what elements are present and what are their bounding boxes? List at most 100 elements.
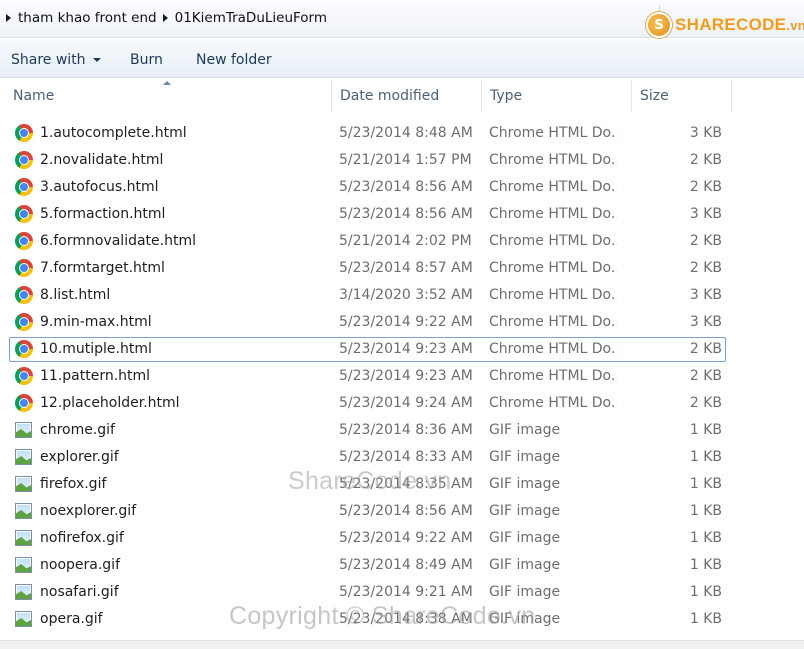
file-date-modified: 5/23/2014 8:56 AM (339, 503, 473, 519)
chrome-icon (15, 367, 34, 386)
file-date-modified: 3/14/2020 3:52 AM (339, 287, 473, 303)
file-row[interactable]: 12.placeholder.html 5/23/2014 9:24 AM Chro… (0, 390, 804, 417)
file-date-modified: 5/23/2014 9:22 AM (339, 530, 473, 546)
file-row[interactable]: 5.formaction.html 5/23/2014 8:56 AM Chrome… (0, 201, 804, 228)
new-folder-button[interactable]: New folder (196, 52, 272, 68)
gif-image-icon (15, 502, 34, 521)
file-row[interactable]: 9.min-max.html 5/23/2014 9:22 AM Chrome HT… (0, 309, 804, 336)
image-file-icon (15, 503, 32, 519)
file-size: 1 KB (689, 584, 722, 600)
chrome-icon (15, 340, 34, 359)
gif-image-icon (15, 610, 34, 629)
file-date-modified: 5/23/2014 8:49 AM (339, 557, 473, 573)
chrome-logo-icon (15, 259, 33, 277)
horizontal-scrollbar[interactable] (0, 640, 804, 649)
file-size: 3 KB (689, 287, 722, 303)
file-row[interactable]: 6.formnovalidate.html 5/21/2014 2:02 PM Ch… (0, 228, 804, 255)
file-date-modified: 5/23/2014 8:56 AM (339, 206, 473, 222)
chevron-down-icon (92, 58, 101, 62)
file-row[interactable]: 10.mutiple.html 5/23/2014 9:23 AM Chrome H… (0, 336, 804, 363)
file-size: 1 KB (689, 530, 722, 546)
file-row[interactable]: 1.autocomplete.html 5/23/2014 8:48 AM Chro… (0, 120, 804, 147)
file-name: 5.formaction.html (40, 206, 166, 222)
chrome-icon (15, 178, 34, 197)
file-type: Chrome HTML Do... (489, 314, 617, 330)
file-size: 3 KB (689, 125, 722, 141)
file-date-modified: 5/23/2014 8:48 AM (339, 125, 473, 141)
file-row[interactable]: 2.novalidate.html 5/21/2014 1:57 PM Chrome… (0, 147, 804, 174)
share-with-label: Share with (11, 52, 86, 68)
file-size: 2 KB (689, 368, 722, 384)
file-date-modified: 5/23/2014 8:57 AM (339, 260, 473, 276)
file-row[interactable]: 3.autofocus.html 5/23/2014 8:56 AM Chrome … (0, 174, 804, 201)
file-type: Chrome HTML Do... (489, 341, 617, 357)
gif-image-icon (15, 529, 34, 548)
chrome-icon (15, 232, 34, 251)
breadcrumb-arrow-icon[interactable] (6, 14, 11, 22)
chrome-icon (15, 124, 34, 143)
chrome-icon (15, 259, 34, 278)
file-row[interactable]: nofirefox.gif 5/23/2014 9:22 AM GIF image 1… (0, 525, 804, 552)
chrome-logo-icon (15, 124, 33, 142)
chrome-logo-icon (15, 340, 33, 358)
file-row[interactable]: 7.formtarget.html 5/23/2014 8:57 AM Chrome… (0, 255, 804, 282)
file-type: GIF image (489, 449, 561, 465)
chrome-icon (15, 286, 34, 305)
chrome-icon (15, 394, 34, 413)
chrome-logo-icon (15, 313, 33, 331)
file-list: 1.autocomplete.html 5/23/2014 8:48 AM Chro… (0, 120, 804, 633)
file-date-modified: 5/21/2014 1:57 PM (339, 152, 472, 168)
gif-image-icon (15, 448, 34, 467)
chrome-icon (15, 205, 34, 224)
file-size: 2 KB (689, 233, 722, 249)
file-size: 2 KB (689, 260, 722, 276)
file-type: Chrome HTML Do... (489, 260, 617, 276)
column-header: Name Date modified Type Size (0, 80, 804, 112)
file-date-modified: 5/23/2014 8:36 AM (339, 422, 473, 438)
file-row[interactable]: noopera.gif 5/23/2014 8:49 AM GIF image 1 K… (0, 552, 804, 579)
chrome-logo-icon (15, 151, 33, 169)
file-date-modified: 5/21/2014 2:02 PM (339, 233, 472, 249)
sharecode-logo: S SHARECODE.vn (646, 12, 804, 38)
share-with-button[interactable]: Share with (11, 52, 101, 68)
file-row[interactable]: 11.pattern.html 5/23/2014 9:23 AM Chrome H… (0, 363, 804, 390)
file-name: 7.formtarget.html (40, 260, 165, 276)
file-name: chrome.gif (40, 422, 115, 438)
chrome-logo-icon (15, 394, 33, 412)
file-type: GIF image (489, 476, 561, 492)
file-name: noopera.gif (40, 557, 120, 573)
image-file-icon (15, 422, 32, 438)
file-date-modified: 5/23/2014 9:24 AM (339, 395, 473, 411)
chrome-icon (15, 313, 34, 332)
file-size: 1 KB (689, 422, 722, 438)
chrome-logo-icon (15, 178, 33, 196)
file-row[interactable]: noexplorer.gif 5/23/2014 8:56 AM GIF image… (0, 498, 804, 525)
column-size-header[interactable]: Size (632, 80, 732, 112)
breadcrumb-item-tham-khao[interactable]: tham khao front end (18, 10, 157, 26)
gif-image-icon (15, 475, 34, 494)
file-row[interactable]: chrome.gif 5/23/2014 8:36 AM GIF image 1 KB (0, 417, 804, 444)
file-size: 1 KB (689, 449, 722, 465)
image-file-icon (15, 530, 32, 546)
breadcrumb[interactable]: tham khao front end 01KiemTraDuLieuForm (0, 5, 660, 31)
file-row[interactable]: 8.list.html 3/14/2020 3:52 AM Chrome HTML … (0, 282, 804, 309)
burn-button[interactable]: Burn (130, 52, 163, 68)
breadcrumb-item-current-folder[interactable]: 01KiemTraDuLieuForm (175, 10, 327, 26)
watermark-copyright: Copyright © ShareCode.vn (229, 602, 536, 630)
chrome-icon (15, 151, 34, 170)
column-type-header[interactable]: Type (482, 80, 632, 112)
file-date-modified: 5/23/2014 9:23 AM (339, 368, 473, 384)
burn-label: Burn (130, 52, 163, 68)
chrome-logo-icon (15, 286, 33, 304)
file-name: 6.formnovalidate.html (40, 233, 196, 249)
address-bar[interactable]: tham khao front end 01KiemTraDuLieuForm … (0, 0, 804, 38)
gif-image-icon (15, 556, 34, 575)
file-size: 3 KB (689, 206, 722, 222)
breadcrumb-arrow-icon[interactable] (162, 14, 168, 22)
file-size: 3 KB (689, 314, 722, 330)
column-date-header[interactable]: Date modified (332, 80, 482, 112)
chrome-logo-icon (15, 367, 33, 385)
image-file-icon (15, 476, 32, 492)
file-type: Chrome HTML Do... (489, 125, 617, 141)
chrome-logo-icon (15, 205, 33, 223)
